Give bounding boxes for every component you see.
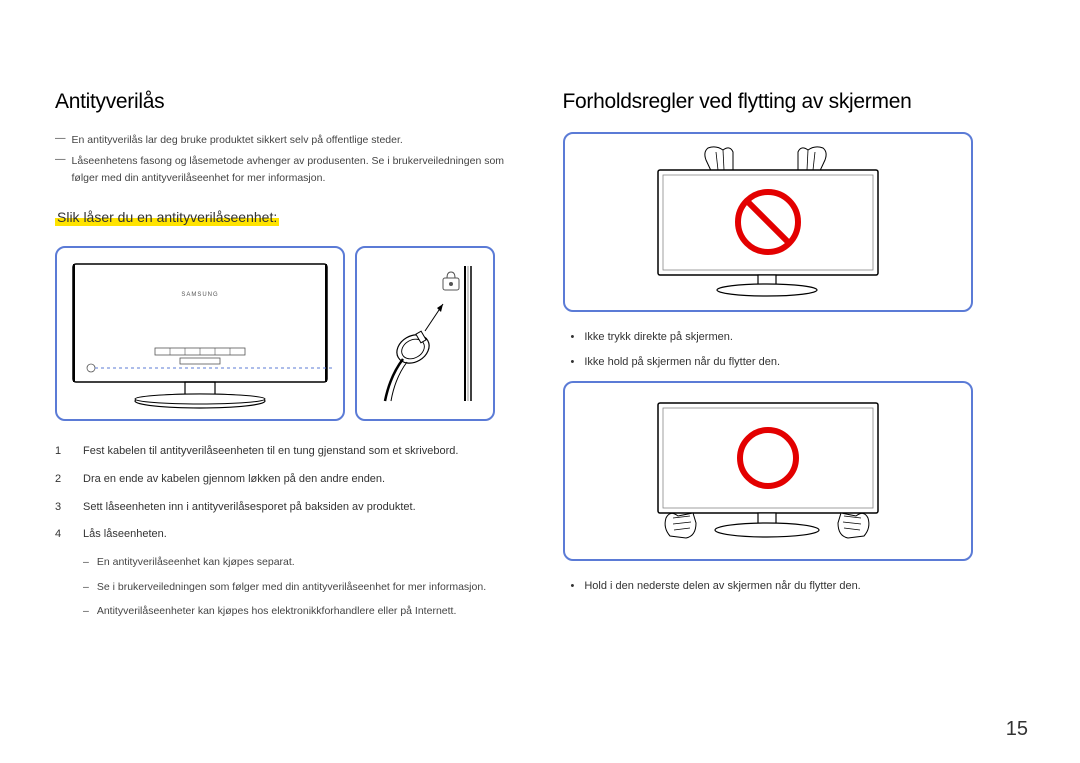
- bullet-dot-icon: •: [571, 330, 575, 345]
- subsection-heading: Slik låser du en antityverilåseenhet:: [55, 208, 279, 226]
- footnote-1: ― En antityverilås lar deg bruke produkt…: [55, 132, 523, 149]
- lock-detail-diagram: [355, 246, 495, 421]
- step-number: 4: [55, 526, 69, 544]
- monitor-rear-icon: SAMSUNG: [65, 256, 335, 411]
- footnote-2-text: Låseenhetens fasong og låsemetode avheng…: [72, 153, 523, 187]
- footnote-dash-icon: ―: [55, 130, 66, 147]
- section-heading-left: Antityverilås: [55, 90, 523, 114]
- step-3: 3 Sett låseenheten inn i antityverilåses…: [55, 499, 523, 517]
- footnote-1-text: En antityverilås lar deg bruke produktet…: [72, 132, 403, 149]
- section-heading-right: Forholdsregler ved flytting av skjermen: [563, 90, 1031, 114]
- sub-item-2: ‒ Se i brukerveiledningen som følger med…: [83, 579, 523, 596]
- wrong-handling-diagram: [563, 132, 973, 312]
- step-text: Lås låseenheten.: [83, 526, 167, 544]
- sub-item-text: Antityverilåseenheter kan kjøpes hos ele…: [97, 603, 457, 620]
- step-text: Fest kabelen til antityverilåseenheten t…: [83, 443, 458, 461]
- step-number: 1: [55, 443, 69, 461]
- dash-icon: ‒: [83, 603, 89, 620]
- bullet-text: Hold i den nederste delen av skjermen nå…: [584, 579, 860, 594]
- step-number: 2: [55, 471, 69, 489]
- step-2: 2 Dra en ende av kabelen gjennom løkken …: [55, 471, 523, 489]
- step-text: Sett låseenheten inn i antityverilåsespo…: [83, 499, 416, 517]
- wrong-bullets: • Ikke trykk direkte på skjermen. • Ikke…: [563, 330, 1031, 371]
- lock-detail-icon: [365, 256, 485, 411]
- bullet-correct-1: • Hold i den nederste delen av skjermen …: [563, 579, 1031, 594]
- correct-handling-icon: [578, 388, 958, 553]
- sub-item-text: Se i brukerveiledningen som følger med d…: [97, 579, 486, 596]
- wrong-handling-icon: [578, 140, 958, 305]
- sub-item-text: En antityverilåseenhet kan kjøpes separa…: [97, 554, 295, 571]
- bullet-dot-icon: •: [571, 355, 575, 370]
- correct-handling-diagram: [563, 381, 973, 561]
- bullet-wrong-1: • Ikke trykk direkte på skjermen.: [563, 330, 1031, 345]
- step-1: 1 Fest kabelen til antityverilåseenheten…: [55, 443, 523, 461]
- bullet-wrong-2: • Ikke hold på skjermen når du flytter d…: [563, 355, 1031, 370]
- steps-list: 1 Fest kabelen til antityverilåseenheten…: [55, 443, 523, 620]
- sub-item-3: ‒ Antityverilåseenheter kan kjøpes hos e…: [83, 603, 523, 620]
- bullet-dot-icon: •: [571, 579, 575, 594]
- dash-icon: ‒: [83, 579, 89, 596]
- footnote-2: ― Låseenhetens fasong og låsemetode avhe…: [55, 153, 523, 187]
- sub-item-1: ‒ En antityverilåseenhet kan kjøpes sepa…: [83, 554, 523, 571]
- step-number: 3: [55, 499, 69, 517]
- page-number: 15: [1006, 718, 1028, 741]
- monitor-rear-diagram: SAMSUNG: [55, 246, 345, 421]
- footnote-dash-icon: ―: [55, 151, 66, 185]
- bullet-text: Ikke hold på skjermen når du flytter den…: [584, 355, 780, 370]
- sub-list: ‒ En antityverilåseenhet kan kjøpes sepa…: [83, 554, 523, 620]
- lock-diagram-row: SAMSUNG: [55, 246, 523, 421]
- step-text: Dra en ende av kabelen gjennom løkken på…: [83, 471, 385, 489]
- correct-bullets: • Hold i den nederste delen av skjermen …: [563, 579, 1031, 594]
- dash-icon: ‒: [83, 554, 89, 571]
- bullet-text: Ikke trykk direkte på skjermen.: [584, 330, 733, 345]
- step-4: 4 Lås låseenheten.: [55, 526, 523, 544]
- svg-text:SAMSUNG: SAMSUNG: [181, 292, 218, 298]
